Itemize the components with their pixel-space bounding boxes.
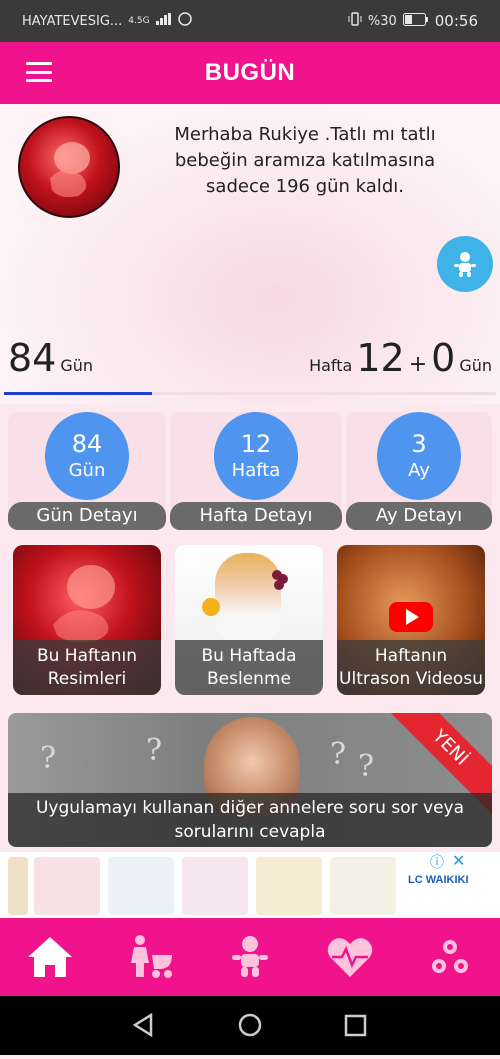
ad-product-image: [182, 857, 248, 915]
weekly-ultrasound-caption: Haftanın Ultrason Videosu: [337, 640, 485, 695]
weekly-nutrition-tile[interactable]: Bu Haftada Beslenme: [175, 545, 323, 695]
pregnancy-progress-bar: [4, 392, 496, 395]
whatsapp-icon: [177, 12, 192, 30]
banner-caption: Uygulamayı kullanan diğer annelere soru …: [8, 793, 492, 847]
question-mark-decoration: ?: [40, 741, 57, 776]
day-count-circle: 84 Gün: [45, 412, 129, 500]
extra-days-value: 0: [431, 336, 456, 380]
weekly-nutrition-line2: Beslenme: [207, 669, 291, 689]
fruits-image: [202, 570, 288, 616]
question-mark-decoration: ?: [358, 749, 375, 784]
week-detail-card[interactable]: 12 Hafta Hafta Detayı: [170, 412, 342, 530]
week-detail-button[interactable]: Hafta Detayı: [170, 502, 342, 530]
day-count-value: 84: [71, 430, 103, 458]
question-mark-decoration: ?: [146, 733, 163, 768]
signal-icon: [155, 13, 172, 29]
recents-icon[interactable]: [344, 1014, 367, 1037]
back-icon[interactable]: [132, 1012, 153, 1038]
advertisement-banner[interactable]: LC WAIKIKI ⓘ ✕: [0, 851, 500, 918]
greeting-message: Merhaba Rukiye .Tatlı mı tatlı bebeğin a…: [174, 124, 436, 197]
weekly-nutrition-caption: Bu Haftada Beslenme: [175, 640, 323, 695]
week-label: Hafta: [309, 356, 353, 375]
day-count-unit: Gün: [68, 460, 106, 481]
page-title: BUGÜN: [204, 59, 296, 86]
day-detail-card[interactable]: 84 Gün Gün Detayı: [8, 412, 166, 530]
vibrate-icon: [348, 12, 362, 30]
nav-settings-gears-icon[interactable]: [425, 932, 475, 982]
nav-baby-icon[interactable]: [225, 932, 275, 982]
week-counter: Hafta 12 + 0 Gün: [309, 336, 492, 380]
banner-line2: sorularını cevapla: [174, 822, 326, 842]
app-bar: BUGÜN: [0, 42, 500, 104]
banner-line1: Uygulamayı kullanan diğer annelere soru …: [35, 798, 465, 818]
ad-product-image: [330, 857, 396, 915]
battery-icon: [402, 12, 429, 30]
weekly-pictures-line1: Bu Haftanın: [36, 646, 138, 666]
plus-sign: +: [408, 352, 428, 377]
bottom-navigation: [0, 918, 500, 996]
pregnancy-progress-fill: [4, 392, 152, 395]
ad-info-icon[interactable]: ⓘ: [430, 852, 444, 872]
status-bar: HAYATEVESIG... 4.5G %30 00:56: [0, 0, 500, 42]
ad-brand-logo: LC WAIKIKI: [408, 874, 469, 886]
weekly-pictures-tile[interactable]: Bu Haftanın Resimleri: [13, 545, 161, 695]
weekly-nutrition-line1: Bu Haftada: [201, 646, 297, 666]
hamburger-menu-icon[interactable]: [26, 62, 52, 82]
month-detail-button[interactable]: Ay Detayı: [346, 502, 492, 530]
month-count-value: 3: [411, 430, 427, 458]
extra-days-unit: Gün: [459, 356, 492, 375]
nav-home-icon[interactable]: [25, 932, 75, 982]
question-mark-decoration: ?: [330, 737, 347, 772]
clock: 00:56: [434, 12, 478, 30]
weekly-ultrasound-line1: Haftanın: [374, 646, 448, 666]
community-questions-banner[interactable]: ? ? ? ? YENİ Uygulamayı kullanan diğer a…: [8, 713, 492, 847]
baby-icon: [454, 252, 476, 277]
month-detail-card[interactable]: 3 Ay Ay Detayı: [346, 412, 492, 530]
days-value: 84: [8, 336, 57, 380]
play-video-icon[interactable]: [389, 602, 433, 632]
home-circle-icon[interactable]: [238, 1013, 262, 1037]
ad-close-icon[interactable]: ✕: [452, 851, 465, 870]
days-counter: 84 Gün: [8, 336, 93, 380]
weekly-ultrasound-tile[interactable]: Haftanın Ultrason Videosu: [337, 545, 485, 695]
network-label: 4.5G: [128, 16, 150, 26]
month-count-unit: Ay: [408, 460, 430, 481]
month-count-circle: 3 Ay: [377, 412, 461, 500]
battery-percent: %30: [367, 13, 397, 29]
fetus-avatar: [18, 116, 120, 218]
week-count-circle: 12 Hafta: [214, 412, 298, 500]
system-navigation-bar: [0, 996, 500, 1055]
day-detail-button[interactable]: Gün Detayı: [8, 502, 166, 530]
nav-mother-stroller-icon[interactable]: [125, 932, 175, 982]
ad-product-image: [34, 857, 100, 915]
week-count-unit: Hafta: [231, 460, 281, 481]
fetus-image: [53, 565, 115, 643]
week-count-value: 12: [240, 430, 272, 458]
carrier-label: HAYATEVESIG...: [22, 13, 123, 29]
nav-heartbeat-icon[interactable]: [325, 932, 375, 982]
weekly-ultrasound-line2: Ultrason Videosu: [339, 669, 483, 689]
weekly-pictures-line2: Resimleri: [47, 669, 127, 689]
ad-product-image: [8, 857, 28, 915]
weekly-pictures-caption: Bu Haftanın Resimleri: [13, 640, 161, 695]
weeks-value: 12: [356, 336, 405, 380]
days-unit: Gün: [60, 356, 94, 375]
ad-product-image: [256, 857, 322, 915]
ad-product-image: [108, 857, 174, 915]
baby-profile-button[interactable]: [437, 236, 493, 292]
